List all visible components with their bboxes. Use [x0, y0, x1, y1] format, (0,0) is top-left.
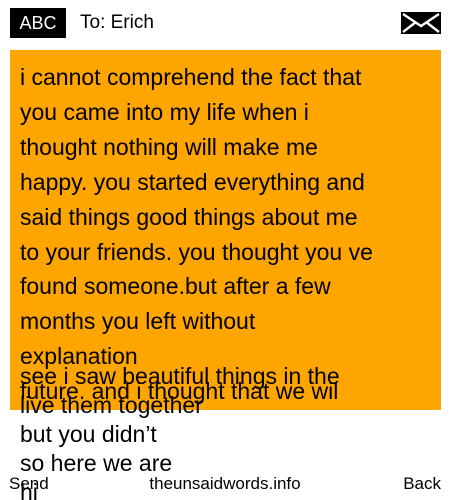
- message-header: ABC To: Erich: [0, 0, 450, 46]
- recipient-field[interactable]: To: Erich: [80, 10, 154, 36]
- website-label: theunsaidwords.info: [149, 474, 301, 493]
- envelope-icon: [401, 12, 441, 34]
- back-softkey[interactable]: Back: [403, 473, 441, 495]
- input-mode-indicator: ABC: [10, 8, 66, 38]
- message-compose-screen: ABC To: Erich i cannot comprehend the fa…: [0, 0, 450, 500]
- message-body-text[interactable]: i cannot comprehend the fact that you ca…: [20, 60, 435, 409]
- send-softkey[interactable]: Send: [9, 473, 49, 495]
